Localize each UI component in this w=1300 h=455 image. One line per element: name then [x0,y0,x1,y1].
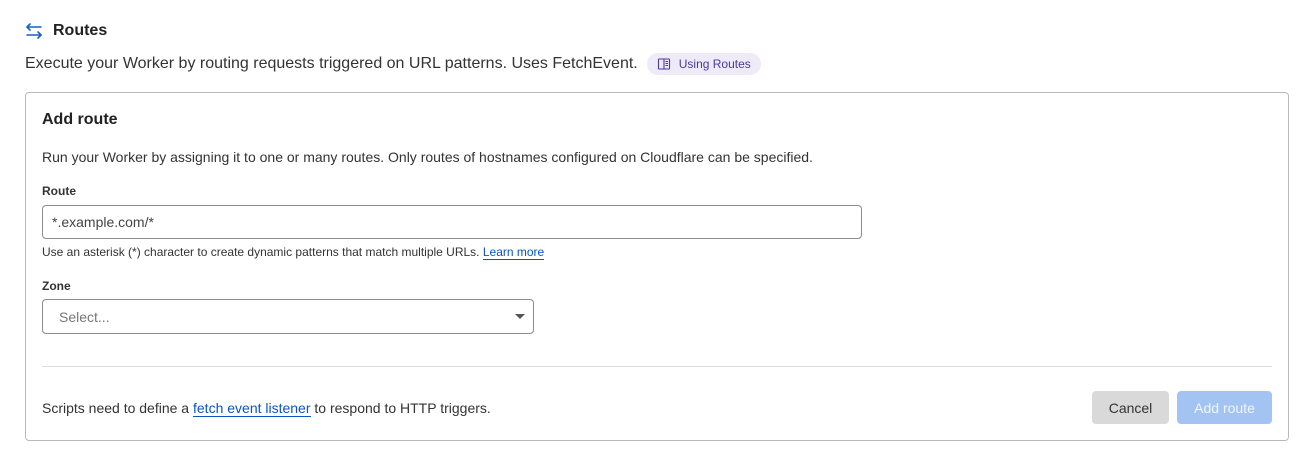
section-header: Routes [25,22,107,40]
route-input[interactable] [42,205,862,239]
zone-select[interactable]: Select... [42,299,534,334]
cancel-button[interactable]: Cancel [1092,391,1169,424]
divider [42,366,1272,367]
fetch-event-listener-link[interactable]: fetch event listener [193,400,311,417]
section-description-row: Execute your Worker by routing requests … [25,53,761,75]
add-route-button[interactable]: Add route [1177,391,1272,424]
route-label: Route [42,184,76,198]
card-description: Run your Worker by assigning it to one o… [42,149,813,165]
route-helper-message: Use an asterisk (*) character to create … [42,245,480,259]
zone-select-placeholder: Select... [59,308,110,325]
using-routes-label: Using Routes [678,57,751,71]
footer-prefix: Scripts need to define a [42,400,193,416]
chevron-down-icon [515,314,525,319]
zone-label: Zone [42,279,71,293]
learn-more-link[interactable]: Learn more [482,245,545,260]
card-title: Add route [42,111,118,128]
section-title: Routes [53,22,108,39]
section-description: Execute your Worker by routing requests … [25,55,638,72]
footer-suffix: to respond to HTTP triggers. [310,400,491,416]
using-routes-link[interactable]: Using Routes [646,53,761,75]
add-route-card: Add route Run your Worker by assigning i… [25,92,1289,441]
swap-arrows-icon [25,22,43,40]
footer-note: Scripts need to define a fetch event lis… [42,400,491,417]
book-icon [657,57,671,71]
route-helper-text: Use an asterisk (*) character to create … [42,245,545,260]
